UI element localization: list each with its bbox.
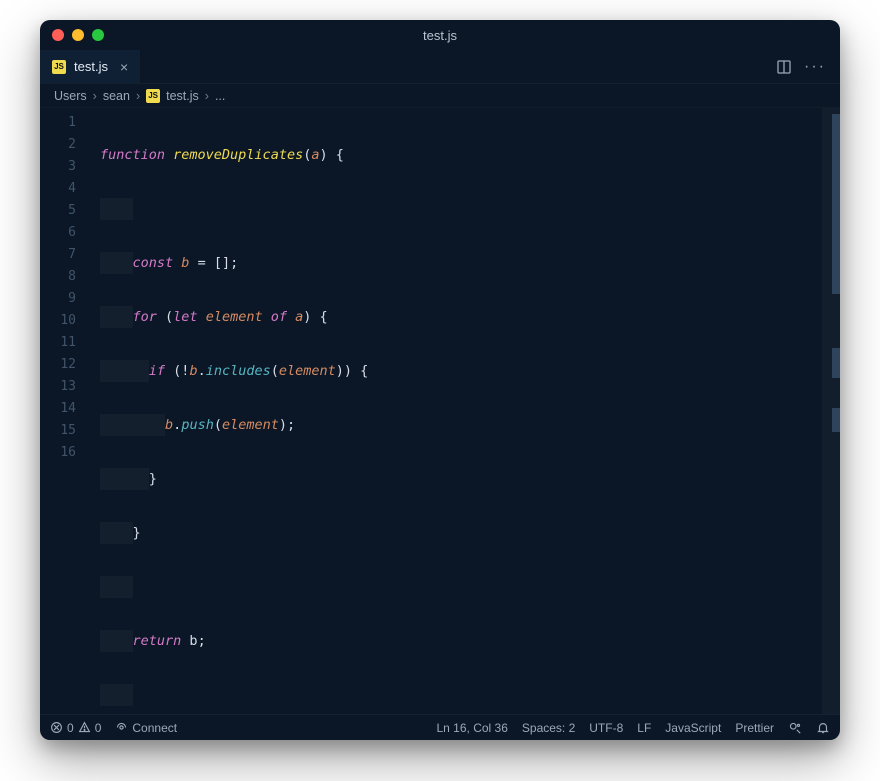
breadcrumb-tail[interactable]: ...	[215, 89, 225, 103]
breadcrumb[interactable]: Users › sean › JS test.js › ...	[40, 84, 840, 108]
warning-icon	[78, 721, 91, 734]
feedback-icon[interactable]	[788, 721, 802, 735]
minimap[interactable]	[822, 108, 840, 714]
formatter[interactable]: Prettier	[735, 721, 774, 735]
problems-indicator[interactable]: 0 0	[50, 721, 101, 735]
window-title: test.js	[40, 28, 840, 43]
cursor-position[interactable]: Ln 16, Col 36	[437, 721, 508, 735]
notifications-icon[interactable]	[816, 721, 830, 735]
close-tab-icon[interactable]: ×	[120, 59, 128, 75]
js-file-icon: JS	[146, 89, 160, 103]
chevron-right-icon: ›	[93, 89, 97, 103]
code-editor[interactable]: 123 456 789 101112 131415 16 function re…	[40, 108, 840, 714]
line-gutter: 123 456 789 101112 131415 16	[40, 108, 90, 714]
indentation[interactable]: Spaces: 2	[522, 721, 575, 735]
breadcrumb-seg[interactable]: sean	[103, 89, 130, 103]
close-window-button[interactable]	[52, 29, 64, 41]
maximize-window-button[interactable]	[92, 29, 104, 41]
language-mode[interactable]: JavaScript	[665, 721, 721, 735]
editor-window: test.js JS test.js × ··· Users › sean › …	[40, 20, 840, 740]
encoding[interactable]: UTF-8	[589, 721, 623, 735]
minimize-window-button[interactable]	[72, 29, 84, 41]
code-area[interactable]: function removeDuplicates(a) { const b =…	[90, 108, 840, 714]
chevron-right-icon: ›	[136, 89, 140, 103]
breadcrumb-seg[interactable]: Users	[54, 89, 87, 103]
status-bar: 0 0 Connect Ln 16, Col 36 Spaces: 2 UTF-…	[40, 714, 840, 740]
chevron-right-icon: ›	[205, 89, 209, 103]
traffic-lights	[52, 29, 104, 41]
remote-connect[interactable]: Connect	[115, 721, 177, 735]
tab-label: test.js	[74, 59, 108, 74]
error-icon	[50, 721, 63, 734]
broadcast-icon	[115, 721, 128, 734]
breadcrumb-seg[interactable]: test.js	[166, 89, 199, 103]
split-editor-icon[interactable]	[776, 59, 792, 75]
tabs-bar: JS test.js × ···	[40, 50, 840, 84]
titlebar: test.js	[40, 20, 840, 50]
more-actions-icon[interactable]: ···	[804, 58, 826, 76]
tab-test-js[interactable]: JS test.js ×	[40, 50, 141, 83]
eol-indicator[interactable]: LF	[637, 721, 651, 735]
js-file-icon: JS	[52, 60, 66, 74]
